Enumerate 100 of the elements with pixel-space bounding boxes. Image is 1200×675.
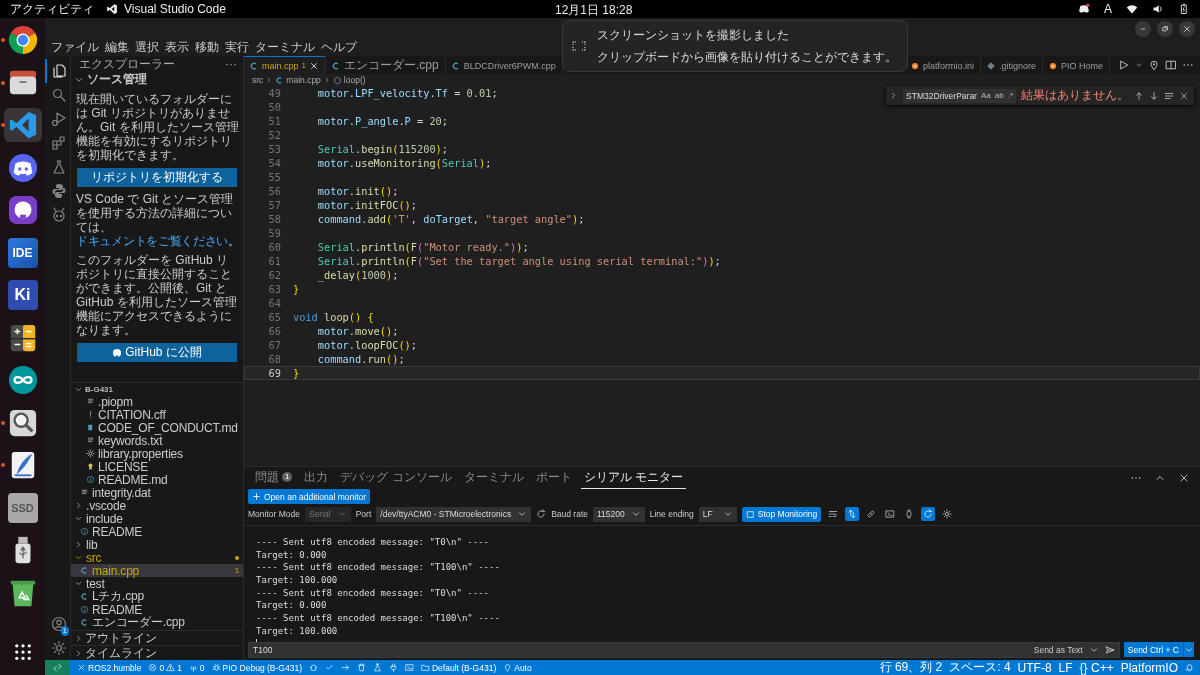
menu-item[interactable]: 編集: [105, 39, 129, 56]
tree-item[interactable]: README.md: [71, 473, 243, 486]
tree-item[interactable]: keywords.txt: [71, 434, 243, 447]
tree-item[interactable]: .vscode: [71, 499, 243, 512]
status-item[interactable]: PIO Debug (B-G431): [211, 662, 302, 673]
tree-item[interactable]: src: [71, 551, 243, 564]
tree-item[interactable]: README: [71, 525, 243, 538]
reconnect-toggle[interactable]: [921, 507, 936, 521]
menu-item[interactable]: ファイル: [51, 39, 99, 56]
tree-item[interactable]: CODE_OF_CONDUCT.md: [71, 421, 243, 434]
arrow-right-icon[interactable]: [340, 663, 350, 672]
section-header[interactable]: B-G431: [71, 383, 243, 395]
battery-icon[interactable]: [1178, 3, 1190, 15]
tree-item[interactable]: integrity.dat: [71, 486, 243, 499]
tree-item[interactable]: .piopm: [71, 395, 243, 408]
menu-item[interactable]: ヘルプ: [321, 39, 357, 56]
status-item[interactable]: 0: [188, 662, 205, 673]
run-icon[interactable]: [1118, 59, 1130, 71]
tree-item[interactable]: README: [71, 603, 243, 616]
panel-tab[interactable]: デバッグ コンソール: [337, 466, 455, 489]
tree-item[interactable]: LICENSE: [71, 460, 243, 473]
status-item[interactable]: ROS2.humble: [77, 662, 142, 673]
close-icon[interactable]: [1179, 90, 1189, 101]
bell-icon[interactable]: [1185, 663, 1194, 672]
find-input[interactable]: STM32DriverParar Aa ab .*: [903, 88, 1016, 103]
message-input[interactable]: T100 Send as Text: [248, 641, 1120, 658]
status-item[interactable]: {} C++: [1079, 660, 1114, 675]
volume-icon[interactable]: [1152, 3, 1164, 15]
find-option-toggle[interactable]: .*: [1007, 91, 1013, 100]
menu-item[interactable]: 移動: [195, 39, 219, 56]
tree-item[interactable]: lib: [71, 538, 243, 551]
editor-tab[interactable]: エンコーダー.cpp: [326, 56, 446, 74]
settings-icon[interactable]: [50, 640, 67, 656]
activities-button[interactable]: アクティビティ: [10, 0, 96, 18]
problems-status[interactable]: 0 1: [148, 662, 182, 673]
tree-item[interactable]: include: [71, 512, 243, 525]
line-ending-dropdown[interactable]: LF: [698, 506, 737, 522]
split-editor-icon[interactable]: [1165, 59, 1177, 71]
panel-tab[interactable]: 問題 1: [252, 466, 296, 489]
panel-tab[interactable]: ターミナル: [460, 466, 527, 489]
panel-tab[interactable]: シリアル モニター: [580, 466, 687, 489]
close-icon[interactable]: [309, 60, 319, 71]
status-item[interactable]: スペース: 4: [949, 659, 1011, 675]
tree-item[interactable]: library.properties: [71, 447, 243, 460]
menu-item[interactable]: 実行: [225, 39, 249, 56]
tree-item[interactable]: Lチカ.cpp: [71, 590, 243, 603]
breadcrumb-item[interactable]: main.cpp: [286, 75, 321, 85]
send-mode-dropdown[interactable]: Send as Text: [1033, 644, 1083, 655]
initialize-repository-button[interactable]: リポジトリを初期化する: [77, 168, 237, 187]
caret-icon[interactable]: [1135, 61, 1143, 69]
status-item[interactable]: LF: [1058, 660, 1073, 675]
find-option-toggle[interactable]: Aa: [980, 91, 991, 100]
breadcrumb-item[interactable]: loop(): [343, 75, 366, 85]
minimize-button[interactable]: [1135, 20, 1151, 37]
tree-item[interactable]: エンコーダー.cpp: [71, 616, 243, 629]
arrow-down-icon[interactable]: [1149, 90, 1159, 101]
docs-link[interactable]: ドキュメントをご覧ください: [76, 234, 229, 248]
tree-item[interactable]: test: [71, 577, 243, 590]
keyboard-layout[interactable]: A: [1104, 2, 1112, 16]
menu-item[interactable]: 選択: [135, 39, 159, 56]
menu-item[interactable]: 表示: [165, 39, 189, 56]
editor-tab[interactable]: PIO Home: [1043, 56, 1110, 74]
publish-to-github-button[interactable]: GitHub に公開: [77, 343, 237, 362]
account-icon[interactable]: [50, 616, 67, 632]
app-grid-icon[interactable]: [12, 642, 33, 662]
settings-toggle[interactable]: [940, 507, 955, 521]
plug-icon[interactable]: [388, 663, 398, 672]
send-icon[interactable]: [1104, 644, 1115, 655]
section-header[interactable]: ソース管理: [71, 72, 243, 87]
chat-app-icon[interactable]: [1078, 3, 1090, 15]
autoscroll-toggle[interactable]: [845, 507, 860, 521]
selection-lines-icon[interactable]: [1164, 90, 1174, 101]
stop-monitoring-button[interactable]: Stop Monitoring: [741, 506, 822, 522]
more-actions-button[interactable]: ···: [225, 57, 237, 71]
status-item[interactable]: PlatformIO: [1120, 660, 1178, 675]
tree-item[interactable]: CITATION.cff: [71, 408, 243, 421]
open-monitor-button[interactable]: Open an additional monitor: [248, 489, 371, 504]
home-icon[interactable]: [308, 663, 318, 672]
tree-item[interactable]: main.cpp 1: [71, 564, 243, 577]
baud-rate-dropdown[interactable]: 115200: [593, 506, 645, 522]
menu-item[interactable]: ターミナル: [255, 39, 315, 56]
send-options-button[interactable]: [1183, 642, 1194, 657]
arrow-up-icon[interactable]: [1134, 90, 1144, 101]
restore-button[interactable]: [1157, 20, 1173, 37]
location-pin-icon[interactable]: [1148, 59, 1160, 71]
panel-tab[interactable]: 出力: [301, 466, 332, 489]
find-option-toggle[interactable]: ab: [994, 91, 1004, 100]
section-header[interactable]: アウトライン: [71, 630, 243, 645]
status-item[interactable]: Auto: [503, 662, 532, 673]
clock[interactable]: 12月1日 18:28: [555, 2, 633, 19]
check-icon[interactable]: [324, 663, 334, 672]
refresh-icon[interactable]: [536, 509, 547, 519]
editor-tab[interactable]: .gitignore: [980, 56, 1043, 74]
trash-icon[interactable]: [356, 663, 366, 672]
send-button[interactable]: Send Ctrl + C: [1123, 642, 1183, 657]
flask-icon[interactable]: [372, 663, 382, 672]
wifi-icon[interactable]: [1126, 3, 1138, 15]
editor-tab[interactable]: main.cpp 1: [244, 56, 326, 74]
close-button[interactable]: [1179, 20, 1195, 37]
panel-tab[interactable]: ポート: [532, 466, 575, 489]
